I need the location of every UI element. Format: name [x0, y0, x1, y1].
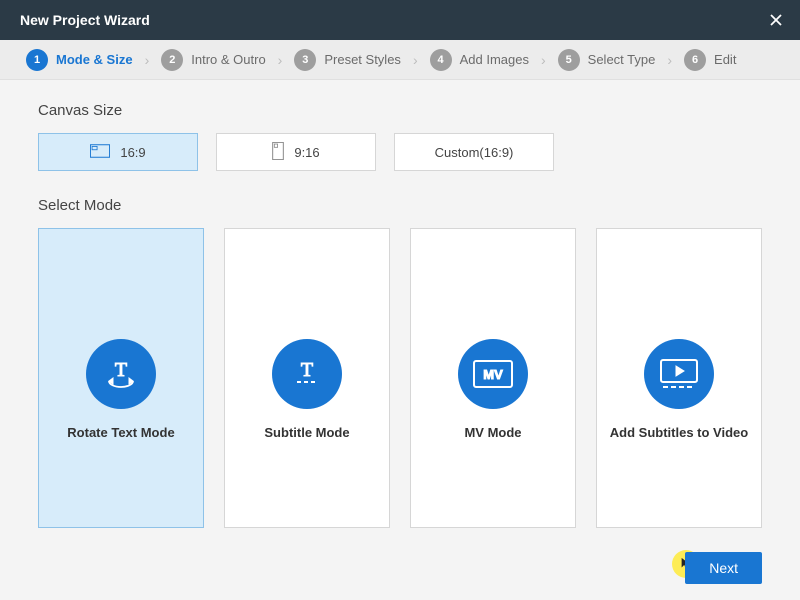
chevron-right-icon: ›: [411, 52, 420, 68]
chevron-right-icon: ›: [665, 52, 674, 68]
titlebar: New Project Wizard: [0, 0, 800, 40]
subtitle-icon: T: [272, 339, 342, 409]
step-add-images[interactable]: 4 Add Images: [424, 49, 535, 71]
landscape-icon: [90, 144, 110, 161]
step-number: 6: [684, 49, 706, 71]
chevron-right-icon: ›: [143, 52, 152, 68]
step-intro-outro[interactable]: 2 Intro & Outro: [155, 49, 271, 71]
window-title: New Project Wizard: [20, 12, 764, 28]
select-mode-heading: Select Mode: [38, 197, 762, 214]
close-icon[interactable]: [764, 8, 788, 32]
mode-cards: T Rotate Text Mode T Subtitle Mode: [38, 228, 762, 528]
step-label: Select Type: [588, 52, 656, 67]
mode-card-rotate-text[interactable]: T Rotate Text Mode: [38, 228, 204, 528]
next-button[interactable]: Next: [685, 552, 762, 584]
step-select-type[interactable]: 5 Select Type: [552, 49, 662, 71]
canvas-option-label: 9:16: [294, 145, 319, 160]
svg-text:T: T: [301, 359, 313, 381]
mode-card-label: Subtitle Mode: [264, 425, 349, 440]
chevron-right-icon: ›: [276, 52, 285, 68]
step-label: Preset Styles: [324, 52, 401, 67]
canvas-size-heading: Canvas Size: [38, 102, 762, 119]
mode-card-add-subtitles-video[interactable]: Add Subtitles to Video: [596, 228, 762, 528]
canvas-option-label: Custom(16:9): [435, 145, 514, 160]
step-label: Edit: [714, 52, 736, 67]
portrait-icon: [272, 142, 284, 163]
wizard-content: Canvas Size 16:9 9:16 Custom(16:9) Selec…: [0, 80, 800, 600]
step-number: 5: [558, 49, 580, 71]
canvas-option-custom[interactable]: Custom(16:9): [394, 133, 554, 171]
canvas-option-16-9[interactable]: 16:9: [38, 133, 198, 171]
mv-icon: MV: [458, 339, 528, 409]
canvas-option-label: 16:9: [120, 145, 145, 160]
step-number: 2: [161, 49, 183, 71]
mode-card-label: MV Mode: [464, 425, 521, 440]
svg-text:MV: MV: [483, 367, 503, 382]
wizard-stepper: 1 Mode & Size › 2 Intro & Outro › 3 Pres…: [0, 40, 800, 80]
wizard-window: New Project Wizard 1 Mode & Size › 2 Int…: [0, 0, 800, 600]
mode-card-label: Add Subtitles to Video: [610, 425, 748, 440]
step-mode-size[interactable]: 1 Mode & Size: [20, 49, 139, 71]
step-preset-styles[interactable]: 3 Preset Styles: [288, 49, 407, 71]
video-subtitle-icon: [644, 339, 714, 409]
step-number: 1: [26, 49, 48, 71]
chevron-right-icon: ›: [539, 52, 548, 68]
step-number: 3: [294, 49, 316, 71]
step-number: 4: [430, 49, 452, 71]
step-label: Add Images: [460, 52, 529, 67]
step-label: Mode & Size: [56, 52, 133, 67]
mode-card-mv[interactable]: MV MV Mode: [410, 228, 576, 528]
canvas-option-9-16[interactable]: 9:16: [216, 133, 376, 171]
svg-text:T: T: [115, 359, 127, 381]
step-label: Intro & Outro: [191, 52, 265, 67]
mode-card-subtitle[interactable]: T Subtitle Mode: [224, 228, 390, 528]
rotate-text-icon: T: [86, 339, 156, 409]
wizard-footer: Next: [685, 552, 762, 584]
step-edit[interactable]: 6 Edit: [678, 49, 742, 71]
canvas-size-options: 16:9 9:16 Custom(16:9): [38, 133, 762, 171]
mode-card-label: Rotate Text Mode: [67, 425, 174, 440]
